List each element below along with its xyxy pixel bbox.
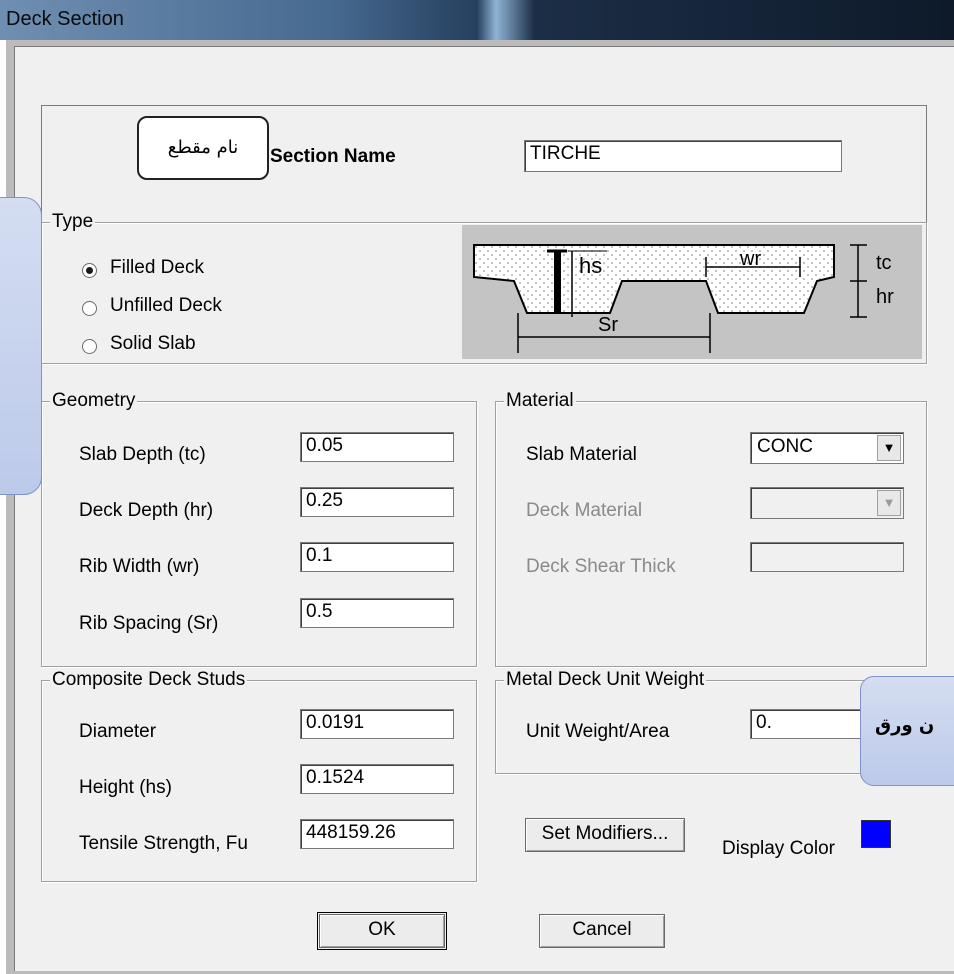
- height-label: Height (hs): [79, 777, 172, 798]
- section-name-input[interactable]: TIRCHE: [524, 140, 842, 172]
- height-input[interactable]: 0.1524: [300, 764, 454, 794]
- diameter-input[interactable]: 0.0191: [300, 709, 454, 739]
- solid-slab-label[interactable]: Solid Slab: [110, 333, 196, 355]
- annotation-overlay-left: [0, 197, 42, 495]
- deck-section-dialog: نام مقطع Section Name TIRCHE Type Filled…: [14, 46, 954, 971]
- deck-depth-input[interactable]: 0.25: [300, 487, 454, 517]
- rib-width-label: Rib Width (wr): [79, 556, 200, 577]
- section-name-label: Section Name: [270, 146, 396, 167]
- section-name-callout: نام مقطع: [137, 116, 269, 180]
- deck-depth-label: Deck Depth (hr): [79, 500, 214, 521]
- diameter-label: Diameter: [79, 721, 157, 742]
- tc-label: tc: [876, 252, 892, 274]
- sr-label: Sr: [598, 314, 618, 336]
- rib-spacing-input[interactable]: 0.5: [300, 598, 454, 628]
- deck-shear-input: [750, 542, 904, 572]
- set-modifiers-button[interactable]: Set Modifiers...: [525, 818, 685, 852]
- window-title: Deck Section: [6, 8, 124, 30]
- filled-deck-label[interactable]: Filled Deck: [110, 257, 204, 279]
- type-legend: Type: [50, 211, 96, 233]
- ok-button[interactable]: OK: [317, 912, 447, 950]
- slab-depth-label: Slab Depth (tc): [79, 444, 206, 465]
- deck-material-label: Deck Material: [526, 500, 643, 521]
- geometry-group: Geometry Slab Depth (tc) 0.05 Deck Depth…: [41, 390, 477, 667]
- chevron-down-icon: ▼: [877, 490, 901, 516]
- deck-shear-label: Deck Shear Thick: [526, 556, 676, 577]
- hs-label: hs: [579, 253, 602, 278]
- unfilled-deck-label[interactable]: Unfilled Deck: [110, 295, 222, 317]
- deck-profile-svg: hs wr tc hr Sr: [473, 244, 894, 353]
- slab-depth-input[interactable]: 0.05: [300, 432, 454, 462]
- hr-label: hr: [876, 286, 894, 308]
- unit-weight-label: Unit Weight/Area: [526, 721, 670, 742]
- material-group: Material Slab Material CONC ▼ Deck Mater…: [495, 390, 927, 667]
- slab-material-value: CONC: [757, 436, 813, 457]
- stud-shape: [554, 251, 561, 313]
- title-bar[interactable]: Deck Section: [0, 0, 954, 40]
- slab-material-label: Slab Material: [526, 444, 637, 465]
- deck-slab-shape: [473, 244, 835, 314]
- tensile-strength-label: Tensile Strength, Fu: [79, 833, 248, 854]
- deck-material-select: ▼: [750, 487, 904, 519]
- filled-deck-radio[interactable]: [82, 263, 97, 278]
- display-color-label: Display Color: [722, 838, 835, 859]
- unfilled-deck-radio[interactable]: [82, 301, 97, 316]
- wr-label: wr: [739, 248, 761, 270]
- display-color-swatch[interactable]: [861, 820, 891, 848]
- unit-weight-legend: Metal Deck Unit Weight: [504, 669, 707, 691]
- solid-slab-radio[interactable]: [82, 339, 97, 354]
- type-group: Type Filled Deck Unfilled Deck Solid Sla…: [41, 211, 927, 364]
- deck-diagram: hs wr tc hr Sr: [462, 225, 922, 359]
- cancel-button[interactable]: Cancel: [539, 914, 665, 948]
- geometry-legend: Geometry: [50, 390, 138, 412]
- studs-legend: Composite Deck Studs: [50, 669, 248, 691]
- annotation-overlay-unit-weight: ن ورق: [860, 676, 954, 786]
- material-legend: Material: [504, 390, 576, 412]
- chevron-down-icon[interactable]: ▼: [877, 435, 901, 461]
- studs-group: Composite Deck Studs Diameter 0.0191 Hei…: [41, 669, 477, 882]
- rib-spacing-label: Rib Spacing (Sr): [79, 613, 219, 634]
- slab-material-select[interactable]: CONC ▼: [750, 432, 904, 464]
- tensile-strength-input[interactable]: 448159.26: [300, 819, 454, 849]
- rib-width-input[interactable]: 0.1: [300, 542, 454, 572]
- unit-weight-annotation: ن ورق: [875, 715, 935, 736]
